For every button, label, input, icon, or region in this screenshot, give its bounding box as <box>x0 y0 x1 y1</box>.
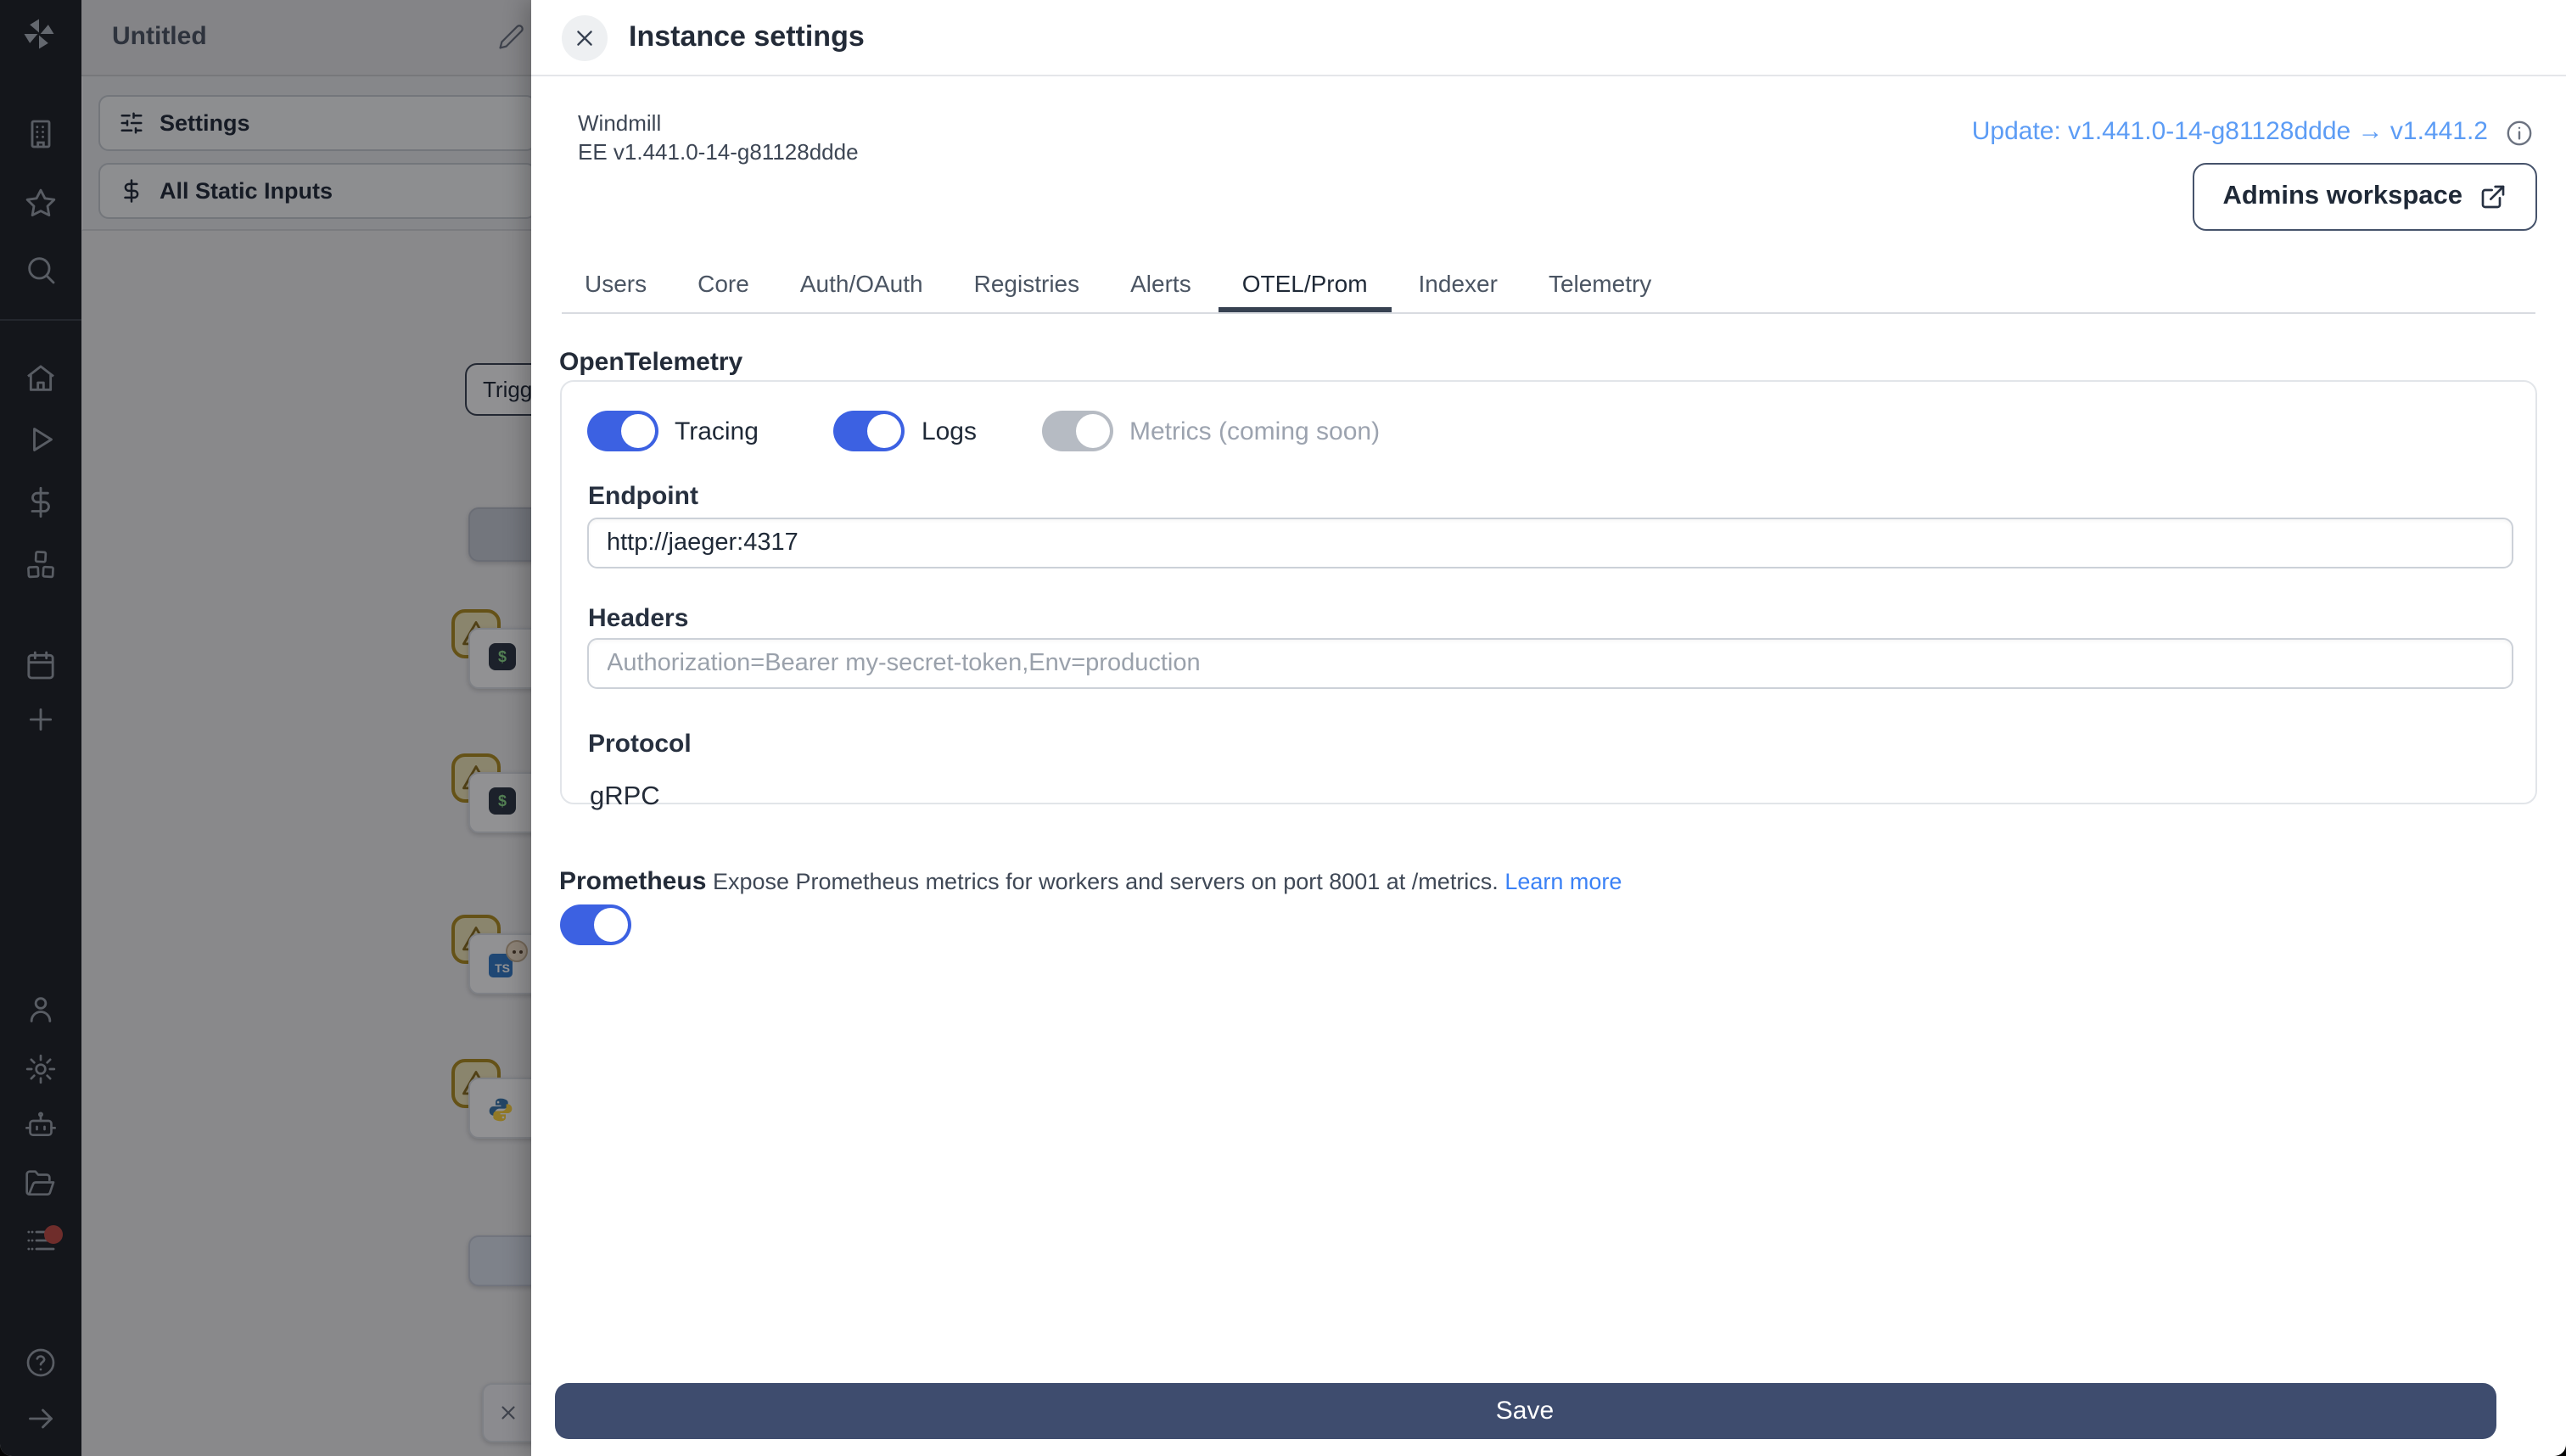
tab-indexer[interactable]: Indexer <box>1395 255 1521 312</box>
prometheus-section: Prometheus Expose Prometheus metrics for… <box>559 867 1622 896</box>
learn-more-link[interactable]: Learn more <box>1504 869 1622 894</box>
app-name: Windmill <box>578 110 662 136</box>
close-button[interactable] <box>561 15 607 61</box>
tracing-label: Tracing <box>675 417 759 445</box>
headers-input[interactable] <box>586 638 2513 689</box>
tab-alerts[interactable]: Alerts <box>1107 255 1215 312</box>
tracing-toggle[interactable] <box>586 411 658 451</box>
endpoint-label: Endpoint <box>588 482 698 511</box>
save-button[interactable]: Save <box>554 1383 2496 1439</box>
settings-tabs: Users Core Auth/OAuth Registries Alerts … <box>561 255 2535 314</box>
prometheus-heading: Prometheus <box>559 867 707 896</box>
opentelemetry-card: Tracing Logs Metrics (coming soon) Endpo… <box>559 380 2536 811</box>
protocol-label: Protocol <box>588 730 692 759</box>
metrics-toggle <box>1041 411 1112 451</box>
prometheus-toggle[interactable] <box>559 904 630 945</box>
tab-auth-oauth[interactable]: Auth/OAuth <box>776 255 947 312</box>
save-label: Save <box>1495 1397 1555 1425</box>
close-icon <box>576 31 591 46</box>
app-window: Untitled Settings All Static Inputs Trig… <box>0 0 2566 1456</box>
protocol-value: gRPC <box>590 782 660 811</box>
drawer-title: Instance settings <box>629 20 865 53</box>
tab-users[interactable]: Users <box>561 255 670 312</box>
prometheus-description: Expose Prometheus metrics for workers an… <box>712 869 1499 894</box>
headers-label: Headers <box>588 604 689 633</box>
header-divider <box>530 75 2566 76</box>
tab-core[interactable]: Core <box>674 255 773 312</box>
info-icon[interactable] <box>2505 119 2534 148</box>
tab-otel-prom[interactable]: OTEL/Prom <box>1218 255 1392 312</box>
instance-settings-drawer: Instance settings Windmill EE v1.441.0-1… <box>530 0 2566 1456</box>
external-link-icon <box>2481 185 2505 209</box>
opentelemetry-heading: OpenTelemetry <box>559 348 743 377</box>
tab-registries[interactable]: Registries <box>950 255 1104 312</box>
modal-backdrop-overlay[interactable] <box>0 0 530 1456</box>
endpoint-input[interactable] <box>586 518 2513 568</box>
admins-workspace-button[interactable]: Admins workspace <box>2192 163 2537 231</box>
tab-telemetry[interactable]: Telemetry <box>1525 255 1675 312</box>
logs-label: Logs <box>921 417 977 445</box>
admins-workspace-label: Admins workspace <box>2222 182 2462 210</box>
app-version: EE v1.441.0-14-g81128ddde <box>578 139 859 165</box>
logs-toggle[interactable] <box>832 411 905 451</box>
metrics-label: Metrics (coming soon) <box>1129 417 1381 445</box>
otel-toggles-row: Tracing Logs Metrics (coming soon) <box>586 411 1380 451</box>
update-link[interactable]: Update: v1.441.0-14-g81128ddde → v1.441.… <box>1972 117 2488 146</box>
